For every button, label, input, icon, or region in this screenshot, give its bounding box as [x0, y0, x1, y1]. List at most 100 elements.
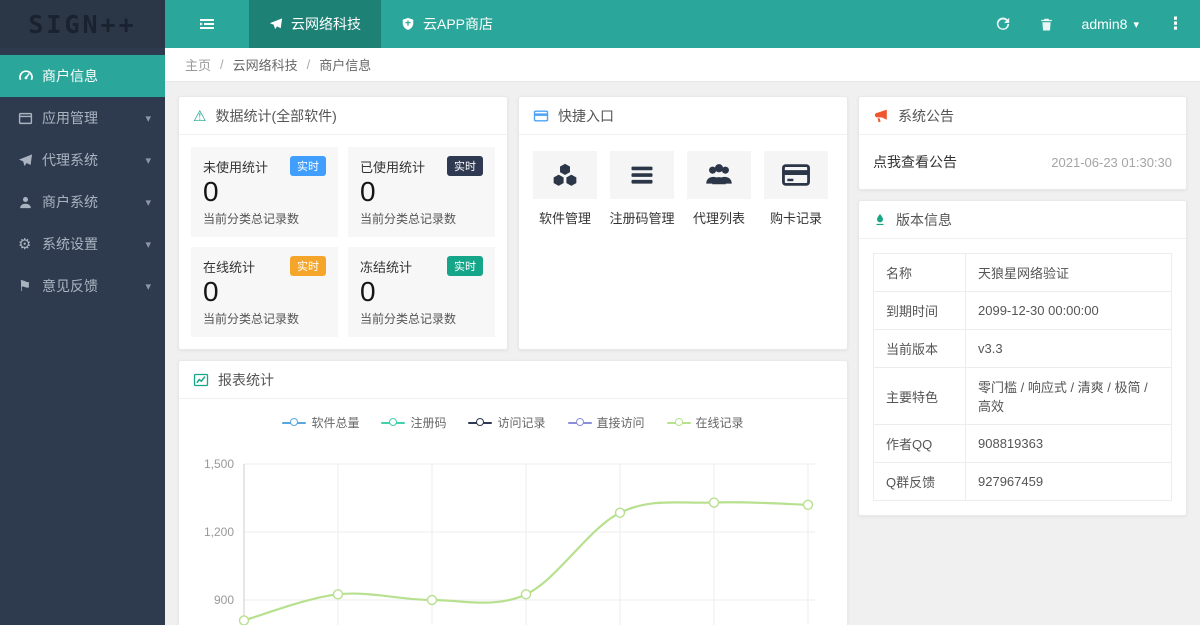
quick-tiles: 软件管理 注册码管理 代理列表 购卡记录 [519, 135, 847, 243]
legend-visit-records[interactable]: 访问记录 [468, 414, 546, 431]
trash-icon[interactable] [1039, 17, 1054, 32]
credit-card-blue-icon [533, 108, 549, 124]
legend-online-records[interactable]: 在线记录 [666, 414, 744, 431]
stat-frozen: 冻结统计 实时 0 当前分类总记录数 [348, 247, 495, 338]
quick-card-purchase-records[interactable]: 购卡记录 [764, 151, 828, 227]
table-row: 作者QQ 908819363 [873, 424, 1172, 463]
breadcrumb-separator: / [220, 57, 224, 72]
sidebar-item-label: 系统设置 [42, 236, 98, 252]
chevron-down-icon: ▾ [145, 154, 151, 167]
quick-label: 注册码管理 [609, 211, 675, 226]
sidebar-item-app-manage[interactable]: 应用管理 ▾ [0, 97, 165, 139]
stat-subtitle: 当前分类总记录数 [360, 312, 457, 327]
paper-plane-icon [18, 153, 42, 168]
legend-label: 在线记录 [695, 416, 744, 431]
sidebar-item-system-settings[interactable]: ⚙ 系统设置 ▾ [0, 223, 165, 265]
version-card-header: 版本信息 [859, 201, 1186, 239]
svg-text:1,500: 1,500 [204, 457, 234, 471]
chevron-down-icon: ▾ [145, 112, 151, 125]
stat-label: 在线统计 [203, 259, 256, 275]
app-logo: SIGN++ [0, 0, 165, 48]
notice-card: 系统公告 点我查看公告 2021-06-23 01:30:30 [858, 96, 1187, 190]
version-card: 版本信息 名称 天狼星网络验证 到期时间 2099-12-30 00:00:00 [858, 200, 1187, 516]
user-menu[interactable]: admin8 ▾ [1082, 16, 1139, 32]
breadcrumb-home[interactable]: 主页 [185, 55, 211, 74]
realtime-badge: 实时 [290, 256, 326, 277]
table-row: 当前版本 v3.3 [873, 329, 1172, 368]
line-chart-icon [193, 372, 209, 388]
sidebar-item-merchant-system[interactable]: 商户系统 ▾ [0, 181, 165, 223]
row-value: v3.3 [965, 329, 1172, 368]
sidebar-nav: 商户信息 应用管理 ▾ 代理系统 ▾ 商户系统 ▾ ⚙ 系统设置 ▾ ⚑ 意见反… [0, 48, 165, 307]
breadcrumb-app[interactable]: 云网络科技 [233, 55, 298, 74]
chart-card-title: 报表统计 [218, 371, 274, 388]
gear-icon: ⚙ [18, 236, 32, 253]
quick-agent-list[interactable]: 代理列表 [687, 151, 751, 227]
tab-label: 云APP商店 [423, 16, 494, 32]
stat-value: 0 [203, 276, 219, 308]
topbar-actions: admin8 ▾ ⋮ [995, 0, 1200, 48]
sidebar-item-label: 代理系统 [42, 152, 98, 168]
realtime-badge: 实时 [447, 156, 483, 176]
sidebar: SIGN++ 商户信息 应用管理 ▾ 代理系统 ▾ 商户系统 ▾ ⚙ 系统设置 … [0, 0, 165, 625]
content: ⚠ 数据统计(全部软件) 未使用统计 实时 0 当前分类总记录数 已使用统计 实… [165, 82, 1200, 625]
legend-regcode[interactable]: 注册码 [381, 414, 446, 431]
notice-card-title: 系统公告 [898, 107, 954, 124]
flag-icon: ⚑ [18, 278, 32, 295]
window-icon [18, 111, 42, 126]
megaphone-icon [873, 108, 889, 124]
legend-marker [381, 417, 406, 428]
quick-card-title: 快捷入口 [558, 107, 614, 124]
quick-software-manage[interactable]: 软件管理 [533, 151, 597, 227]
username: admin8 [1081, 16, 1128, 32]
row-label: 到期时间 [873, 291, 966, 330]
stats-card-header: ⚠ 数据统计(全部软件) [179, 97, 507, 135]
legend-label: 软件总量 [311, 416, 360, 431]
stat-label: 未使用统计 [203, 159, 269, 175]
legend-marker [282, 417, 307, 428]
stat-subtitle: 当前分类总记录数 [203, 312, 300, 327]
table-row: 主要特色 零门槛 / 响应式 / 清爽 / 极简 / 高效 [873, 367, 1172, 425]
sidebar-item-agent-system[interactable]: 代理系统 ▾ [0, 139, 165, 181]
row-value: 2099-12-30 00:00:00 [965, 291, 1172, 330]
topbar: 云网络科技 云APP商店 admin8 ▾ ⋮ [165, 0, 1200, 48]
row-value: 天狼星网络验证 [965, 253, 1172, 292]
table-row: Q群反馈 927967459 [873, 462, 1172, 501]
legend-direct-visit[interactable]: 直接访问 [567, 414, 645, 431]
breadcrumb: 主页 / 云网络科技 / 商户信息 [165, 48, 1200, 82]
refresh-icon[interactable] [995, 16, 1011, 32]
kebab-menu-icon[interactable]: ⋮ [1167, 14, 1184, 34]
legend-label: 访问记录 [497, 416, 546, 431]
breadcrumb-current: 商户信息 [319, 58, 372, 73]
stat-value: 0 [203, 176, 219, 207]
row-value: 927967459 [965, 462, 1172, 501]
chart-card-header: 报表统计 [179, 361, 847, 400]
sidebar-item-feedback[interactable]: ⚑ 意见反馈 ▾ [0, 265, 165, 307]
row-label: Q群反馈 [873, 462, 966, 501]
quick-label: 软件管理 [538, 211, 591, 226]
menu-fold-icon[interactable] [165, 0, 249, 48]
sidebar-item-label: 商户系统 [42, 194, 98, 210]
list-bars-icon [610, 151, 674, 199]
notice-row: 点我查看公告 2021-06-23 01:30:30 [859, 135, 1186, 189]
row-value: 908819363 [965, 424, 1172, 463]
stat-label: 已使用统计 [360, 159, 426, 175]
legend-software-total[interactable]: 软件总量 [282, 414, 359, 431]
pen-icon [873, 212, 887, 227]
notice-link[interactable]: 点我查看公告 [873, 152, 957, 172]
sidebar-item-merchant-info[interactable]: 商户信息 [0, 55, 165, 97]
chevron-down-icon: ▾ [145, 196, 151, 209]
legend-label: 注册码 [410, 416, 447, 431]
quick-regcode-manage[interactable]: 注册码管理 [609, 151, 675, 227]
tab-cloud-network[interactable]: 云网络科技 [249, 0, 381, 48]
quick-label: 代理列表 [692, 211, 745, 226]
sidebar-item-label: 应用管理 [42, 110, 98, 126]
table-row: 到期时间 2099-12-30 00:00:00 [873, 291, 1172, 330]
stat-subtitle: 当前分类总记录数 [360, 212, 457, 227]
sidebar-item-label: 意见反馈 [42, 278, 98, 294]
warning-triangle-icon: ⚠ [193, 107, 207, 125]
svg-text:900: 900 [214, 593, 234, 607]
legend-marker [567, 417, 592, 428]
tab-cloud-app-store[interactable]: 云APP商店 [381, 0, 513, 48]
quick-entry-card: 快捷入口 软件管理 注册码管理 代理列表 购卡记录 [518, 96, 848, 351]
